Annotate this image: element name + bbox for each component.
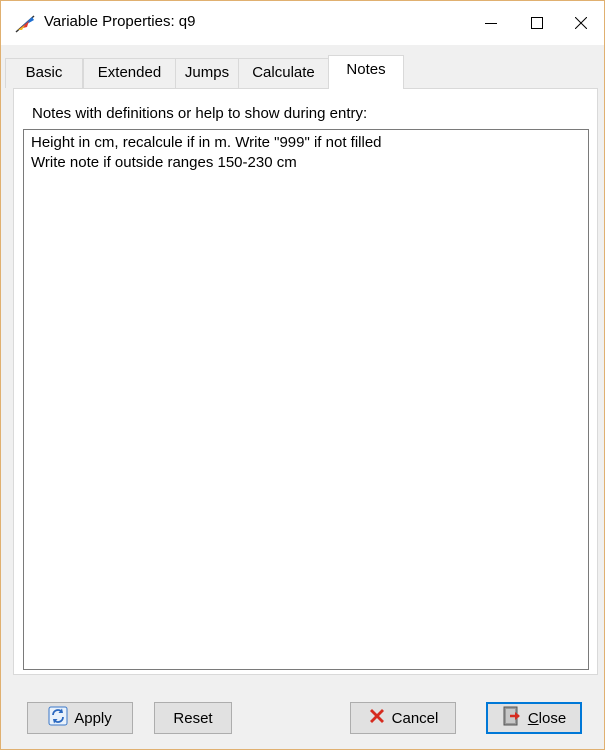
window-title: Variable Properties: q9 (44, 13, 196, 30)
cancel-label: Cancel (391, 709, 439, 727)
maximize-button[interactable] (514, 1, 560, 45)
title-bar[interactable]: Variable Properties: q9 (1, 1, 604, 45)
reset-label: Reset (173, 709, 213, 727)
refresh-icon (48, 706, 68, 730)
minimize-button[interactable] (468, 1, 514, 45)
dialog-window: Variable Properties: q9 Basic Extended J… (0, 0, 605, 750)
minimize-icon (485, 23, 497, 24)
maximize-icon (531, 17, 543, 29)
close-label: Close (527, 709, 567, 727)
tab-calculate[interactable]: Calculate (238, 58, 329, 88)
tab-strip: Basic Extended Jumps Calculate Notes (5, 55, 602, 89)
close-window-button[interactable] (558, 1, 604, 45)
tab-extended[interactable]: Extended (83, 58, 176, 88)
notes-line[interactable]: Write note if outside ranges 150-230 cm (31, 154, 297, 171)
exit-door-icon (502, 706, 522, 730)
tab-notes[interactable]: Notes (328, 55, 404, 89)
tab-jumps[interactable]: Jumps (175, 58, 239, 88)
cancel-button[interactable]: Cancel (350, 702, 456, 734)
apply-button[interactable]: Apply (27, 702, 133, 734)
apply-label: Apply (74, 709, 112, 727)
notes-textarea[interactable]: Height in cm, recalcule if in m. Write "… (23, 129, 589, 670)
reset-button[interactable]: Reset (154, 702, 232, 734)
tab-basic[interactable]: Basic (5, 58, 83, 88)
notes-line[interactable]: Height in cm, recalcule if in m. Write "… (31, 134, 382, 151)
app-feather-icon (14, 14, 36, 34)
notes-label: Notes with definitions or help to show d… (32, 105, 368, 122)
close-button[interactable]: Close (486, 702, 582, 734)
red-x-icon (368, 707, 386, 729)
notes-tab-panel: Notes with definitions or help to show d… (13, 88, 598, 675)
close-icon (575, 17, 587, 29)
